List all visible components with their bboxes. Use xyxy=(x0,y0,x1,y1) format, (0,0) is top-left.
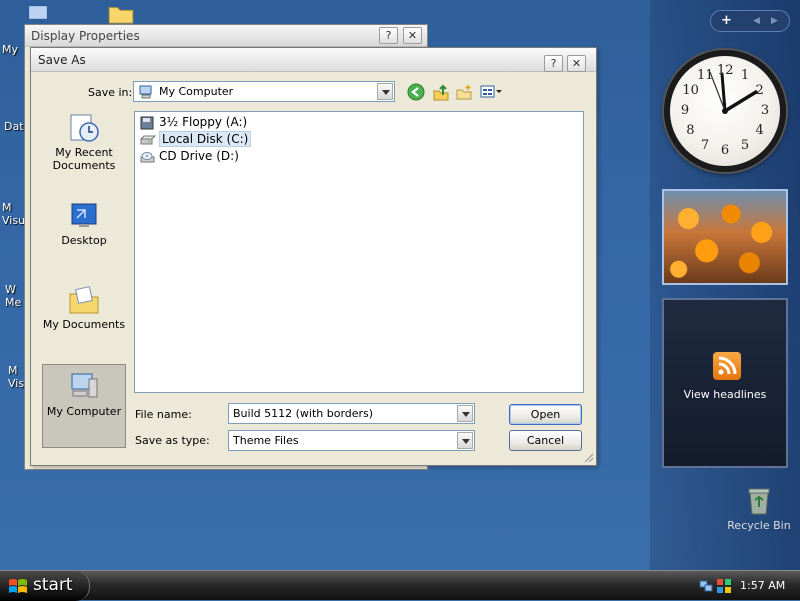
display-properties-titlebar[interactable]: Display Properties xyxy=(25,25,427,47)
file-name-value: Build 5112 (with borders) xyxy=(233,407,374,420)
place-label: My Computer xyxy=(46,405,122,418)
save-in-dropdown[interactable]: My Computer xyxy=(133,81,395,102)
recent-documents-icon xyxy=(67,112,101,144)
save-in-label: Save in: xyxy=(88,86,133,99)
place-label: My Recent Documents xyxy=(52,146,116,172)
my-documents-icon xyxy=(67,284,101,316)
start-label: start xyxy=(33,575,73,595)
file-name-label: File name: xyxy=(135,408,192,421)
list-item-floppy[interactable]: 3½ Floppy (A:) xyxy=(139,115,247,131)
save-as-dialog: Save As ? ✕ Save in: My Computer My Rece… xyxy=(30,47,597,466)
save-as-type-value: Theme Files xyxy=(233,434,299,447)
file-name: Local Disk (C:) xyxy=(159,131,252,147)
system-tray: 1:57 AM xyxy=(692,573,800,599)
new-folder-icon[interactable] xyxy=(455,83,473,101)
recycle-bin-icon xyxy=(748,488,770,515)
clock-number: 1 xyxy=(740,68,750,84)
display-properties-help-button[interactable]: ? xyxy=(379,27,398,44)
clock-gadget[interactable]: 12 1 2 3 4 5 6 7 8 9 10 11 xyxy=(664,50,786,172)
clock-number: 3 xyxy=(760,103,770,118)
save-in-value: My Computer xyxy=(159,85,234,98)
cd-drive-icon xyxy=(140,152,155,163)
cancel-button[interactable]: Cancel xyxy=(509,430,582,451)
open-button[interactable]: Open xyxy=(509,404,582,425)
rss-icon xyxy=(713,352,741,380)
my-computer-icon xyxy=(67,371,101,403)
up-one-level-icon[interactable] xyxy=(432,83,450,101)
previous-icon[interactable]: ◀ xyxy=(753,16,760,26)
places-bar: My Recent Documents Desktop My Documents xyxy=(38,106,128,450)
clock-number: 5 xyxy=(740,137,750,153)
clock-number: 8 xyxy=(686,123,695,138)
clock-number: 6 xyxy=(720,143,730,158)
start-button[interactable]: start xyxy=(0,571,90,601)
recycle-bin-label: Recycle Bin xyxy=(727,519,791,532)
place-desktop[interactable]: Desktop xyxy=(42,194,126,278)
clock-number: 4 xyxy=(755,123,764,138)
display-properties-close-button[interactable]: ✕ xyxy=(403,27,422,44)
save-as-help-button[interactable]: ? xyxy=(544,55,563,72)
sidebar-controls: + ◀ ▶ xyxy=(710,10,790,32)
my-computer-small-icon xyxy=(139,85,152,99)
views-menu-icon[interactable] xyxy=(480,83,504,101)
add-gadget-button[interactable]: + xyxy=(721,13,732,28)
slideshow-gadget[interactable] xyxy=(662,189,788,285)
list-item-cd-drive[interactable]: CD Drive (D:) xyxy=(139,149,239,165)
clock-number: 9 xyxy=(680,103,690,118)
clock-number: 12 xyxy=(717,63,734,78)
back-icon[interactable] xyxy=(407,83,425,101)
clock-number: 2 xyxy=(755,83,764,98)
folder-icon xyxy=(108,7,134,24)
place-my-recent-documents[interactable]: My Recent Documents xyxy=(42,106,126,190)
clock-time[interactable]: 1:57 AM xyxy=(740,579,785,592)
place-label: My Documents xyxy=(42,318,126,331)
chevron-down-icon[interactable] xyxy=(457,405,473,422)
file-name: CD Drive (D:) xyxy=(159,149,239,163)
computer-icon xyxy=(28,5,48,20)
windows-logo-icon xyxy=(9,579,27,593)
save-as-type-dropdown[interactable]: Theme Files xyxy=(228,430,475,451)
next-icon[interactable]: ▶ xyxy=(771,16,778,26)
save-as-type-label: Save as type: xyxy=(135,434,210,447)
save-as-close-button[interactable]: ✕ xyxy=(567,55,586,72)
list-item-local-disk[interactable]: Local Disk (C:) xyxy=(139,131,252,148)
recycle-bin[interactable]: Recycle Bin xyxy=(724,486,794,532)
view-headlines-label[interactable]: View headlines xyxy=(664,388,786,401)
desktop-icon xyxy=(67,200,101,232)
clock-number: 11 xyxy=(697,68,714,84)
place-my-documents[interactable]: My Documents xyxy=(42,278,126,362)
clock-number: 7 xyxy=(700,137,710,153)
chevron-down-icon[interactable] xyxy=(457,432,473,449)
floppy-drive-icon xyxy=(140,116,154,130)
hard-disk-icon xyxy=(140,135,156,145)
place-label: Desktop xyxy=(61,234,107,247)
network-icon[interactable] xyxy=(698,578,714,594)
taskbar: start 1:57 AM xyxy=(0,570,800,601)
security-icon[interactable] xyxy=(716,578,732,594)
place-my-computer[interactable]: My Computer xyxy=(42,364,126,448)
feed-headlines-gadget[interactable]: View headlines xyxy=(662,298,788,468)
file-name: 3½ Floppy (A:) xyxy=(159,115,248,129)
resize-grip-icon[interactable] xyxy=(582,451,594,463)
clock-number: 10 xyxy=(682,83,699,98)
save-as-titlebar[interactable]: Save As xyxy=(31,48,596,72)
chevron-down-icon[interactable] xyxy=(377,83,393,100)
file-list[interactable]: 3½ Floppy (A:) Local Disk (C:) CD Drive … xyxy=(134,111,584,393)
file-name-field[interactable]: Build 5112 (with borders) xyxy=(228,403,475,424)
